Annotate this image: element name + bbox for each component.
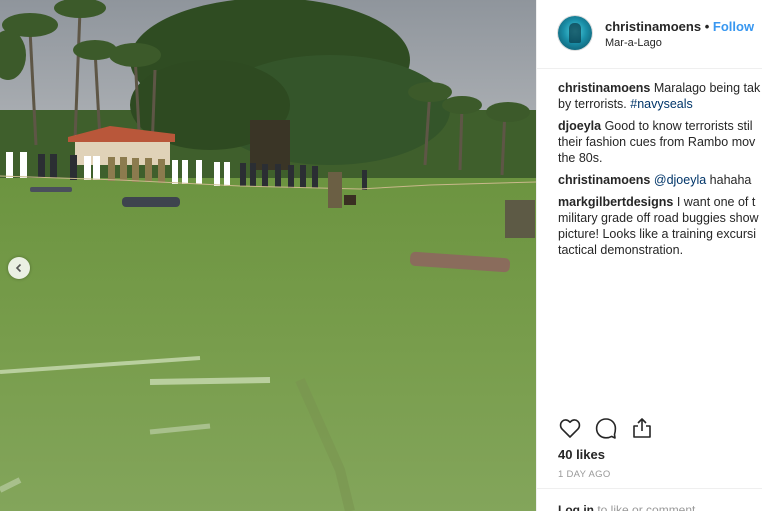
comment-item: christinamoens @djoeyla hahaha	[558, 172, 762, 188]
comment-text: I want one of t	[676, 195, 756, 209]
separator-dot: •	[704, 19, 710, 34]
login-prompt: Log in to like or comment.	[558, 503, 699, 511]
comment-username[interactable]: christinamoens	[558, 173, 650, 187]
comment-text: by terrorists.	[558, 97, 631, 111]
chevron-left-icon	[15, 263, 22, 273]
comment-text: hahaha	[706, 173, 752, 187]
heart-icon[interactable]	[558, 416, 582, 440]
likes-count[interactable]: 40 likes	[558, 447, 605, 462]
post-header: christinamoens • Follow Mar-a-Lago	[537, 0, 762, 69]
comment-text: picture! Looks like a training excursi	[558, 227, 757, 241]
photo-scene	[0, 0, 536, 511]
comment-username[interactable]: djoeyla	[558, 119, 601, 133]
comment-username[interactable]: christinamoens	[558, 81, 650, 95]
comment-icon[interactable]	[594, 416, 618, 440]
post-photo[interactable]	[0, 0, 536, 511]
post-location[interactable]: Mar-a-Lago	[605, 37, 662, 49]
comment-text: tactical demonstration.	[558, 243, 684, 257]
comment-item: christinamoens Maralago being tak by ter…	[558, 80, 762, 112]
follow-button[interactable]: Follow	[713, 19, 754, 34]
comment-list: christinamoens Maralago being tak by ter…	[558, 80, 762, 264]
post-sidebar: christinamoens • Follow Mar-a-Lago chris…	[536, 0, 762, 511]
login-link[interactable]: Log in	[558, 503, 594, 511]
comment-item: markgilbertdesigns I want one of t milit…	[558, 194, 762, 258]
share-icon[interactable]	[630, 416, 654, 440]
author-username[interactable]: christinamoens	[605, 19, 701, 34]
avatar[interactable]	[558, 16, 592, 50]
mention-link[interactable]: @djoeyla	[654, 173, 706, 187]
comment-text: the 80s.	[558, 151, 603, 165]
login-prompt-text: to like or comment.	[594, 503, 699, 511]
post-timestamp[interactable]: 1 DAY AGO	[558, 469, 611, 480]
comment-text: Good to know terrorists stil	[604, 119, 753, 133]
comment-item: djoeyla Good to know terrorists stil the…	[558, 118, 762, 166]
comment-text: military grade off road buggies show	[558, 211, 759, 225]
hashtag-link[interactable]: #navyseals	[630, 97, 693, 111]
comment-text: Maralago being tak	[653, 81, 761, 95]
comment-username[interactable]: markgilbertdesigns	[558, 195, 673, 209]
comment-text: their fashion cues from Rambo mov	[558, 135, 756, 149]
previous-photo-button[interactable]	[8, 257, 30, 279]
post-author: christinamoens • Follow	[605, 19, 754, 34]
